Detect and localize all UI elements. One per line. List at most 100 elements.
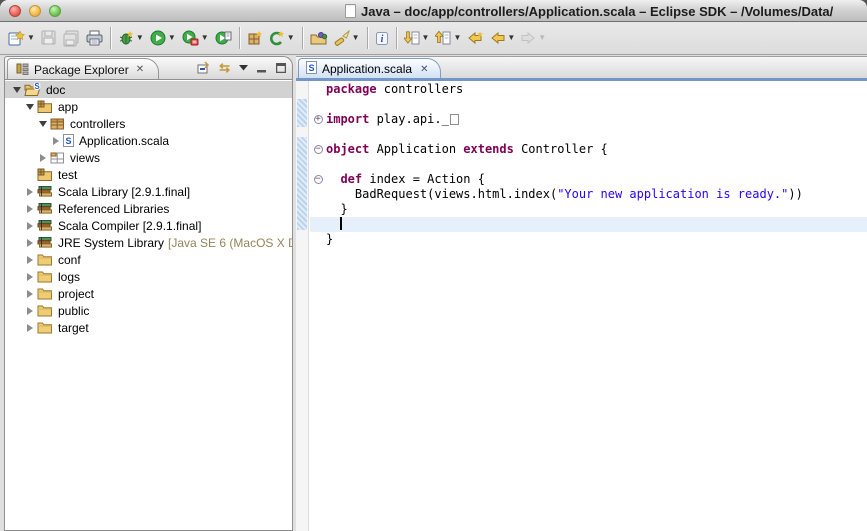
tree-item-label: public bbox=[58, 304, 89, 318]
java-project-icon bbox=[247, 30, 263, 46]
tree-item-application-scala[interactable]: SApplication.scala bbox=[5, 132, 292, 149]
tree-item-logs[interactable]: logs bbox=[5, 268, 292, 285]
tree-item-doc[interactable]: Sdoc bbox=[5, 81, 292, 98]
dropdown-arrow-icon[interactable]: ▼ bbox=[136, 34, 144, 42]
expand-arrow-icon[interactable] bbox=[24, 104, 36, 110]
dropdown-arrow-icon[interactable]: ▼ bbox=[352, 34, 360, 42]
library-icon bbox=[37, 185, 53, 198]
collapse-arrow-icon[interactable] bbox=[24, 256, 36, 264]
external-tools-button[interactable] bbox=[212, 25, 235, 51]
dropdown-arrow-icon[interactable]: ▼ bbox=[27, 34, 35, 42]
tree-item-conf[interactable]: conf bbox=[5, 251, 292, 268]
run-as-button[interactable]: ▼ bbox=[179, 25, 212, 51]
save-button[interactable] bbox=[38, 25, 60, 51]
zoom-window-button[interactable] bbox=[49, 5, 61, 17]
expand-arrow-icon[interactable] bbox=[37, 121, 49, 127]
tree-item-public[interactable]: public bbox=[5, 302, 292, 319]
last-edit-icon bbox=[467, 31, 484, 45]
close-window-button[interactable] bbox=[9, 5, 21, 17]
code-line bbox=[310, 97, 867, 112]
view-menu-icon[interactable] bbox=[239, 65, 248, 71]
search-button[interactable]: ▼ bbox=[331, 25, 363, 51]
print-icon bbox=[86, 30, 103, 46]
print-button[interactable] bbox=[83, 25, 106, 51]
close-editor-tab-icon[interactable]: ✕ bbox=[420, 64, 428, 75]
link-with-editor-icon[interactable]: ⇆ bbox=[219, 60, 230, 76]
package-explorer-tab[interactable]: Package Explorer ✕ bbox=[7, 58, 159, 80]
collapse-arrow-icon[interactable] bbox=[24, 205, 36, 213]
tree-item-jre-system-library[interactable]: JRE System Library[Java SE 6 (MacOS X De… bbox=[5, 234, 292, 251]
dropdown-arrow-icon[interactable]: ▼ bbox=[538, 34, 546, 42]
dropdown-arrow-icon[interactable]: ▼ bbox=[453, 34, 461, 42]
minimize-window-button[interactable] bbox=[29, 5, 41, 17]
tree-item-controllers[interactable]: controllers bbox=[5, 115, 292, 132]
folding-column: + bbox=[310, 115, 326, 124]
scala-file-icon: S bbox=[63, 134, 74, 147]
debug-button[interactable]: ▼ bbox=[115, 25, 147, 51]
minimize-view-icon[interactable] bbox=[257, 63, 267, 73]
dropdown-arrow-icon[interactable]: ▼ bbox=[201, 34, 209, 42]
dropdown-arrow-icon[interactable]: ▼ bbox=[422, 34, 430, 42]
collapse-arrow-icon[interactable] bbox=[50, 137, 62, 145]
tree-item-app[interactable]: app bbox=[5, 98, 292, 115]
svg-text:S: S bbox=[65, 136, 71, 146]
tree-item-label: logs bbox=[58, 270, 80, 284]
collapse-arrow-icon[interactable] bbox=[24, 273, 36, 281]
tree-item-scala-compiler-2-9-1-final[interactable]: Scala Compiler [2.9.1.final] bbox=[5, 217, 292, 234]
tree-item-referenced-libraries[interactable]: Referenced Libraries bbox=[5, 200, 292, 217]
tree-item-label: test bbox=[58, 168, 77, 182]
fold-expand-icon[interactable]: + bbox=[314, 115, 323, 124]
title-bar[interactable]: Java – doc/app/controllers/Application.s… bbox=[0, 0, 867, 22]
tree-item-scala-library-2-9-1-final[interactable]: Scala Library [2.9.1.final] bbox=[5, 183, 292, 200]
fold-collapse-icon[interactable]: − bbox=[314, 145, 323, 154]
save-all-button[interactable] bbox=[60, 25, 83, 51]
collapse-arrow-icon[interactable] bbox=[24, 188, 36, 196]
code-line bbox=[310, 157, 867, 172]
collapse-arrow-icon[interactable] bbox=[24, 222, 36, 230]
previous-annotation-button[interactable]: ▼ bbox=[432, 25, 464, 51]
folded-region-box[interactable] bbox=[450, 114, 459, 125]
info-icon: i bbox=[375, 31, 389, 46]
tree-item-decoration: [Java SE 6 (MacOS X Def bbox=[168, 236, 293, 250]
editor-tab-application-scala[interactable]: S Application.scala ✕ bbox=[298, 58, 441, 79]
open-resource-button[interactable] bbox=[307, 25, 331, 51]
maximize-view-icon[interactable] bbox=[276, 63, 286, 73]
toolbar-separator bbox=[239, 27, 240, 49]
tree-item-target[interactable]: target bbox=[5, 319, 292, 336]
collapse-arrow-icon[interactable] bbox=[24, 307, 36, 315]
tree-item-label: target bbox=[58, 321, 89, 335]
scala-project-icon bbox=[269, 30, 285, 46]
package-explorer-tree[interactable]: SdocappcontrollersSApplication.scalaview… bbox=[4, 79, 293, 531]
next-annotation-button[interactable]: ▼ bbox=[401, 25, 433, 51]
collapse-arrow-icon[interactable] bbox=[24, 324, 36, 332]
tree-item-test[interactable]: test bbox=[5, 166, 292, 183]
toggle-mark-occurrences-button[interactable]: i bbox=[372, 25, 392, 51]
new-wizard-button[interactable]: ▼ bbox=[4, 25, 38, 51]
dropdown-arrow-icon[interactable]: ▼ bbox=[507, 34, 515, 42]
code-editor[interactable]: package controllers+import play.api._−ob… bbox=[310, 81, 867, 531]
tree-item-project[interactable]: project bbox=[5, 285, 292, 302]
collapse-all-icon[interactable] bbox=[196, 61, 210, 75]
editor-tab-bar: S Application.scala ✕ bbox=[296, 56, 867, 78]
new-java-project-button[interactable] bbox=[244, 25, 266, 51]
last-edit-location-button[interactable] bbox=[464, 25, 487, 51]
new-scala-project-button[interactable]: ▼ bbox=[266, 25, 298, 51]
package-explorer-header: Package Explorer ✕ ⇆ bbox=[4, 56, 293, 79]
back-button[interactable]: ▼ bbox=[487, 25, 518, 51]
toolbar-separator bbox=[302, 27, 303, 49]
collapse-arrow-icon[interactable] bbox=[24, 290, 36, 298]
dropdown-arrow-icon[interactable]: ▼ bbox=[287, 34, 295, 42]
source-folder-icon bbox=[37, 168, 53, 182]
tree-item-label: doc bbox=[46, 83, 65, 97]
forward-button[interactable]: ▼ bbox=[518, 25, 549, 51]
run-button[interactable]: ▼ bbox=[147, 25, 179, 51]
expand-arrow-icon[interactable] bbox=[11, 87, 23, 93]
dropdown-arrow-icon[interactable]: ▼ bbox=[168, 34, 176, 42]
collapse-arrow-icon[interactable] bbox=[37, 154, 49, 162]
package-explorer-view-icon bbox=[16, 62, 29, 78]
collapse-arrow-icon[interactable] bbox=[24, 239, 36, 247]
tree-item-views[interactable]: views bbox=[5, 149, 292, 166]
close-view-icon[interactable]: ✕ bbox=[136, 64, 144, 75]
next-icon bbox=[404, 30, 420, 46]
fold-collapse-icon[interactable]: − bbox=[314, 175, 323, 184]
